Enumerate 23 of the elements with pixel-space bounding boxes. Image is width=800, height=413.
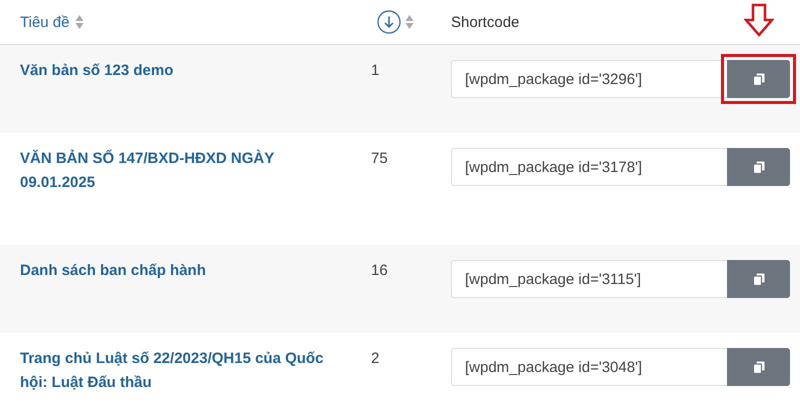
download-count: 16 [371, 262, 388, 279]
download-icon[interactable] [377, 10, 401, 34]
shortcode-field[interactable]: [wpdm_package id='3115'] [451, 260, 727, 298]
copy-icon [752, 72, 764, 86]
copy-icon [752, 160, 764, 174]
download-count: 2 [371, 350, 380, 367]
copy-icon [752, 360, 764, 374]
shortcode-field[interactable]: [wpdm_package id='3178'] [451, 148, 727, 186]
download-count: 75 [371, 150, 388, 167]
shortcode-field[interactable]: [wpdm_package id='3048'] [451, 348, 727, 386]
column-header[interactable]: Tiêu đề [20, 14, 70, 30]
download-count: 1 [371, 62, 380, 79]
copy-icon [752, 272, 764, 286]
document-title-link[interactable]: Trang chủ Luật số 22/2023/QH15 của Quốc hội: Luật Đấu thầu [20, 347, 351, 395]
document-title-link[interactable]: VĂN BẢN SỐ 147/BXD-HĐXD NGÀY 09.01.2025 [20, 147, 351, 195]
copy-button[interactable] [727, 348, 790, 386]
copy-button[interactable] [727, 260, 790, 298]
document-title-link[interactable]: Danh sách ban chấp hành [20, 259, 351, 283]
document-title-link[interactable]: Văn bản số 123 demo [20, 59, 351, 83]
copy-button[interactable] [727, 60, 790, 98]
shortcode-field[interactable]: [wpdm_package id='3296'] [451, 60, 727, 98]
copy-button[interactable] [727, 148, 790, 186]
column-header: Shortcode [451, 14, 520, 30]
